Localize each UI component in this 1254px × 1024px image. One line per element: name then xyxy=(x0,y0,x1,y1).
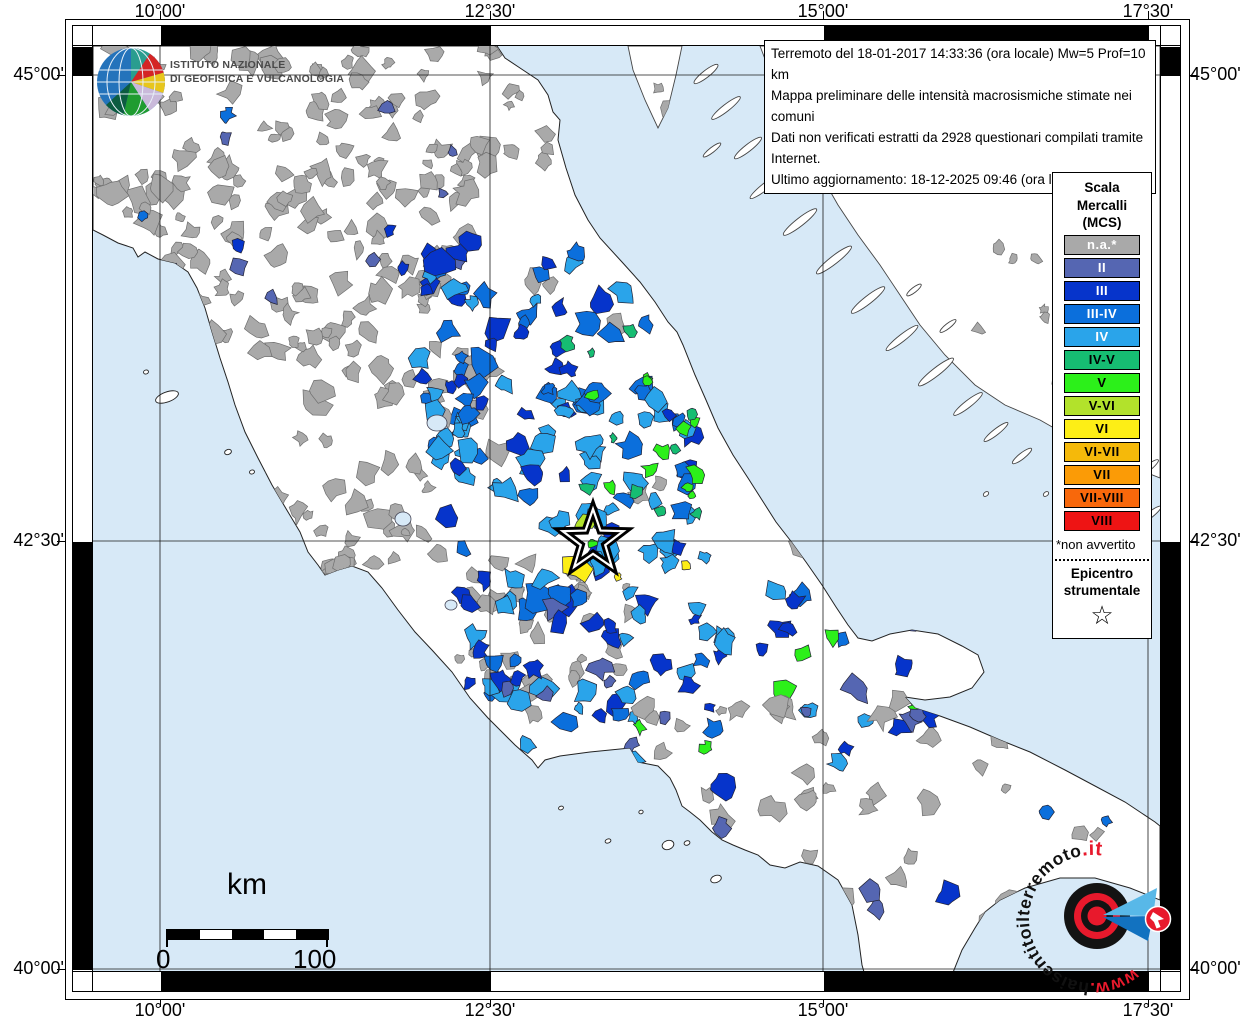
axis-label-bottom: 15°00' xyxy=(797,1000,849,1020)
legend-swatch-iv: IV xyxy=(1064,326,1140,347)
frame-corner xyxy=(1160,25,1181,46)
ingv-globe-logo xyxy=(97,48,165,116)
scalebar-start-value: 0 xyxy=(156,944,171,974)
legend-divider xyxy=(1055,558,1149,561)
legend-swatch-ivv: IV-V xyxy=(1064,349,1140,370)
info-line-map: Mappa preliminare delle intensità macros… xyxy=(771,87,1132,124)
legend-footnote: *non avvertito xyxy=(1056,536,1136,552)
frame-corner xyxy=(72,25,93,46)
axis-label-top: 15°00' xyxy=(797,1,849,21)
legend-swatch-vii: VII xyxy=(1064,464,1140,485)
axis-label-right: 42°30' xyxy=(1190,530,1241,550)
legend-swatch-iii: III xyxy=(1064,280,1140,301)
axis-label-bottom: 12°30' xyxy=(464,1000,516,1020)
bullseye-center-dot xyxy=(1087,906,1107,926)
macroseismic-map-page: Terremoto del 18-01-2017 14:33:36 (ora l… xyxy=(0,0,1254,1024)
epicenter-star-symbol: ☆ xyxy=(1090,600,1114,631)
legend-items: n.a.* II III III-IV IV IV-V V V-VI VI VI-VII VII VI… xyxy=(1053,234,1151,531)
ingv-logo-text: ISTITUTO NAZIONALE DI GEOFISICA E VULCAN… xyxy=(170,58,344,86)
frame-corner xyxy=(72,971,93,992)
legend-swatch-na: n.a.* xyxy=(1064,234,1140,255)
legend-title-line: (MCS) xyxy=(1082,215,1122,231)
legend-swatch-v: V xyxy=(1064,372,1140,393)
info-line-event: Terremoto del 18-01-2017 14:33:36 (ora l… xyxy=(771,46,1146,82)
haisentito-watermark-logo: www.haisentitoilterremoto.it xyxy=(1013,838,1172,999)
epicenter-legend-title: Epicentro strumentale xyxy=(1053,566,1151,600)
legend-swatch-viii: VIII xyxy=(1064,510,1140,531)
axis-label-top: 10°00' xyxy=(134,1,186,21)
axis-label-right: 45°00' xyxy=(1190,64,1241,84)
legend-swatch-vvi: V-VI xyxy=(1064,395,1140,416)
axis-label-right: 40°00' xyxy=(1190,958,1241,978)
legend-title: Scala Mercalli (MCS) xyxy=(1053,179,1151,232)
axis-label-left: 40°00' xyxy=(13,958,64,978)
scalebar xyxy=(167,929,329,940)
legend-title-line: Mercalli xyxy=(1076,197,1128,213)
axis-label-left: 45°00' xyxy=(13,64,64,84)
axis-label-left: 42°30' xyxy=(13,530,64,550)
frame-band xyxy=(72,25,93,993)
ingv-text-line2: DI GEOFISICA E VULCANOLOGIA xyxy=(170,73,345,86)
axis-label-top: 12°30' xyxy=(464,1,516,21)
legend-title-line: Scala xyxy=(1084,180,1120,195)
scalebar-end-value: 100 xyxy=(293,944,337,974)
scalebar-unit-label: km xyxy=(227,868,267,901)
legend-swatch-vivii: VI-VII xyxy=(1064,441,1140,462)
epicenter-title-line: Epicentro xyxy=(1070,565,1134,581)
legend-swatch-iiiiv: III-IV xyxy=(1064,303,1140,324)
ingv-text-line1: ISTITUTO NAZIONALE xyxy=(170,59,286,71)
axis-label-bottom: 10°00' xyxy=(134,1000,186,1020)
legend-swatch-ii: II xyxy=(1064,257,1140,278)
epicenter-title-line: strumentale xyxy=(1063,582,1141,598)
legend-swatch-viiviii: VII-VIII xyxy=(1064,487,1140,508)
mercalli-scale-legend: Scala Mercalli (MCS) n.a.* II III III-IV IV I… xyxy=(1052,172,1152,639)
axis-label-top: 17°30' xyxy=(1122,1,1174,21)
axis-label-bottom: 17°30' xyxy=(1122,1000,1174,1020)
info-line-data: Dati non verificati estratti da 2928 que… xyxy=(771,129,1144,166)
legend-swatch-vi: VI xyxy=(1064,418,1140,439)
